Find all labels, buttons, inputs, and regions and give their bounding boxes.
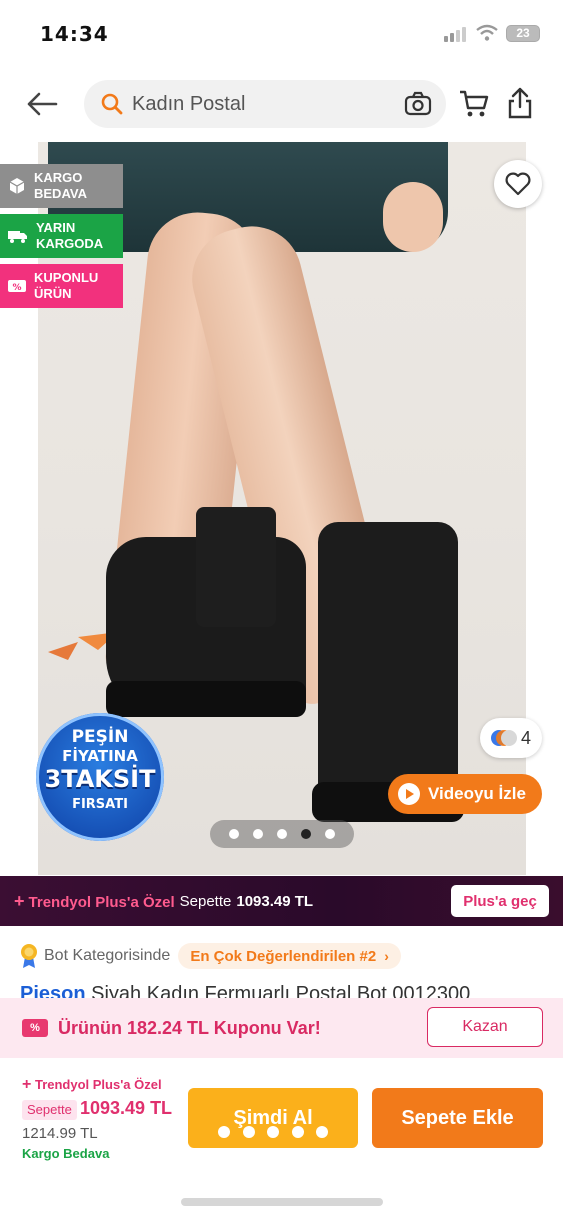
boot-graphic bbox=[106, 507, 306, 717]
product-page: 14:34 23 Kadın Postal KARGO BEDAVA YARIN… bbox=[0, 0, 563, 1218]
loading-dots bbox=[218, 1126, 328, 1138]
favorite-button[interactable] bbox=[494, 160, 542, 208]
category-rank-row: Bot Kategorisinde En Çok Değerlendirilen… bbox=[0, 936, 563, 976]
rank-chip-label: En Çok Değerlendirilen #2 bbox=[190, 947, 377, 965]
add-to-cart-button[interactable]: Sepete Ekle bbox=[372, 1088, 543, 1148]
gallery-icon bbox=[490, 729, 517, 747]
price: 1093.49 TL bbox=[80, 1098, 173, 1118]
hand-graphic bbox=[383, 182, 443, 252]
status-bar: 14:34 23 bbox=[0, 0, 563, 70]
buy-now-button[interactable]: Şimdi Al bbox=[188, 1088, 358, 1148]
product-title: Pieson Siyah Kadın Fermuarlı Postal Bot … bbox=[20, 982, 540, 998]
rank-label: Bot Kategorisinde bbox=[44, 947, 171, 964]
plus-label: + Trendyol Plus'a Özel bbox=[14, 891, 175, 912]
plus-join-button[interactable]: Plus'a geç bbox=[451, 885, 549, 917]
coupon-text: Ürünün 182.24 TL Kuponu Var! bbox=[58, 1017, 321, 1038]
camera-search-icon[interactable] bbox=[404, 91, 432, 117]
old-price: 1214.99 TL bbox=[22, 1125, 98, 1142]
search-query: Kadın Postal bbox=[132, 92, 246, 115]
watch-video-button[interactable]: Videoyu İzle bbox=[388, 774, 542, 814]
promo-line: 3TAKSİT bbox=[44, 765, 156, 793]
pager-dot[interactable] bbox=[277, 829, 287, 839]
badge-label: YARIN KARGODA bbox=[36, 220, 104, 251]
heart-icon bbox=[505, 172, 531, 196]
cart-text: Sepette bbox=[179, 892, 232, 910]
chevron-right-icon: › bbox=[384, 948, 389, 964]
badge-label: KARGO BEDAVA bbox=[34, 170, 87, 201]
brand-name[interactable]: Pieson bbox=[20, 983, 86, 998]
plus-icon: + bbox=[22, 1076, 32, 1093]
photo-count: 4 bbox=[520, 727, 531, 748]
search-icon bbox=[101, 93, 123, 115]
photo-count-button[interactable]: 4 bbox=[480, 718, 542, 758]
claim-coupon-button[interactable]: Kazan bbox=[427, 1007, 543, 1047]
plus-label-text: Trendyol Plus'a Özel bbox=[28, 893, 175, 911]
pager-dot[interactable] bbox=[301, 829, 311, 839]
badge-label: KUPONLU ÜRÜN bbox=[34, 270, 99, 301]
add-to-cart-label: Sepete Ekle bbox=[401, 1106, 514, 1129]
truck-icon bbox=[8, 227, 28, 245]
promo-line: FIRSATI bbox=[72, 797, 128, 812]
coupon-icon: % bbox=[8, 277, 26, 295]
top-bar: Kadın Postal bbox=[0, 70, 563, 142]
clock: 14:34 bbox=[40, 22, 109, 46]
home-indicator[interactable] bbox=[181, 1198, 383, 1206]
purchase-footer: + Trendyol Plus'a Özel Sepette 1093.49 T… bbox=[0, 1062, 563, 1172]
play-icon bbox=[398, 783, 420, 805]
box-icon bbox=[8, 177, 26, 195]
footer-plus-text: Trendyol Plus'a Özel bbox=[34, 1077, 162, 1092]
pager-dot[interactable] bbox=[229, 829, 239, 839]
search-bar[interactable]: Kadın Postal bbox=[84, 80, 446, 128]
arrow-left-icon bbox=[27, 92, 58, 116]
image-pager[interactable] bbox=[210, 820, 354, 848]
medal-icon bbox=[21, 944, 37, 968]
battery-indicator: 23 bbox=[506, 25, 540, 42]
share-icon[interactable] bbox=[506, 86, 534, 120]
badge-coupon: % KUPONLU ÜRÜN bbox=[0, 264, 123, 308]
installment-promo-badge: PEŞİN FİYATINA 3TAKSİT FIRSATI bbox=[36, 713, 164, 841]
back-button[interactable] bbox=[24, 86, 60, 122]
promo-line: PEŞİN bbox=[71, 727, 129, 747]
rank-chip[interactable]: En Çok Değerlendirilen #2 › bbox=[178, 943, 401, 969]
plus-price: 1093.49 TL bbox=[236, 892, 314, 910]
promo-line: FİYATINA bbox=[62, 747, 138, 765]
coupon-icon: % bbox=[22, 1019, 48, 1037]
pager-dot[interactable] bbox=[325, 829, 335, 839]
shipping-note: Kargo Bedava bbox=[22, 1146, 110, 1161]
badge-next-day: YARIN KARGODA bbox=[0, 214, 123, 258]
coupon-banner: % Ürünün 182.24 TL Kuponu Var! Kazan bbox=[0, 998, 563, 1058]
footer-plus-label: + Trendyol Plus'a Özel bbox=[22, 1076, 162, 1094]
cellular-signal-icon bbox=[444, 26, 470, 42]
video-label: Videoyu İzle bbox=[428, 784, 526, 803]
pager-dot[interactable] bbox=[253, 829, 263, 839]
plus-icon: + bbox=[14, 890, 25, 911]
cart-icon[interactable] bbox=[458, 88, 490, 120]
plus-strip: + Trendyol Plus'a Özel Sepette 1093.49 TL… bbox=[0, 876, 563, 926]
product-title-text: Siyah Kadın Fermuarlı Postal Bot 0012300 bbox=[91, 983, 471, 998]
svg-text:%: % bbox=[12, 283, 21, 293]
badge-free-shipping: KARGO BEDAVA bbox=[0, 164, 123, 208]
cart-tag: Sepette bbox=[22, 1100, 77, 1120]
wifi-icon bbox=[476, 24, 498, 41]
